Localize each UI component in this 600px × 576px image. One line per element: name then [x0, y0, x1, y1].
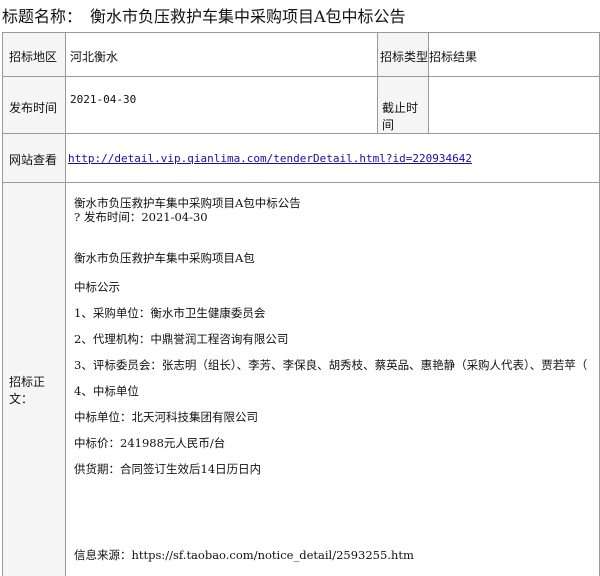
publish-value: 2021-04-30 [70, 93, 137, 106]
publish-label-cell: 发布时间 [3, 77, 65, 133]
publish-label: 发布时间 [9, 101, 58, 115]
body-line-winner: 中标单位：北天河科技集团有限公司 [74, 410, 258, 424]
type-value-cell: 招标结果 [429, 33, 599, 76]
title-row: 标题名称： 衡水市负压救护车集中采购项目A包中标公告 [0, 0, 600, 28]
body-line-committee: 3、评标委员会：张志明（组长）、李芳、李保良、胡秀枝、蔡英品、惠艳静（采购人代表… [74, 358, 588, 372]
body-line-project: 衡水市负压救护车集中采购项目A包 [74, 251, 255, 265]
body-label: 招标正文： [9, 375, 46, 406]
body-line-price: 中标价：241988元人民币/台 [74, 436, 226, 450]
url-value-cell: http://detail.vip.qianlima.com/tenderDet… [66, 134, 599, 182]
type-value: 招标结果 [429, 50, 478, 64]
info-table: 招标地区 河北衡水 招标类型 招标结果 发布时间 2021-04-30 截止时间… [2, 32, 600, 576]
body-line-publish: ? 发布时间：2021-04-30 [74, 210, 208, 224]
body-line-delivery: 供货期：合同签订生效后14日历日内 [74, 462, 262, 476]
deadline-label-cell: 截止时间 [378, 77, 428, 133]
url-label: 网站查看 [9, 153, 58, 167]
deadline-label: 截止时间 [382, 101, 419, 132]
region-value-cell: 河北衡水 [66, 33, 377, 76]
tender-detail-link[interactable]: http://detail.vip.qianlima.com/tenderDet… [68, 152, 472, 165]
body-line-winner-heading: 4、中标单位 [74, 384, 139, 398]
body-line-buyer: 1、采购单位：衡水市卫生健康委员会 [74, 306, 266, 320]
type-label: 招标类型 [380, 50, 429, 64]
publish-value-cell: 2021-04-30 [66, 77, 377, 133]
region-label: 招标地区 [9, 50, 58, 64]
deadline-value-cell [429, 77, 599, 133]
body-line-agency: 2、代理机构：中鼎誉润工程咨询有限公司 [74, 332, 289, 346]
title-label: 标题名称： [2, 7, 83, 26]
region-label-cell: 招标地区 [3, 33, 65, 76]
body-label-cell: 招标正文： [3, 183, 65, 576]
region-value: 河北衡水 [70, 50, 119, 64]
type-label-cell: 招标类型 [378, 33, 428, 76]
body-content-cell: 衡水市负压救护车集中采购项目A包中标公告 ? 发布时间：2021-04-30 衡… [66, 183, 599, 576]
page-title: 衡水市负压救护车集中采购项目A包中标公告 [90, 7, 406, 26]
body-line-notice: 中标公示 [74, 280, 120, 294]
body-line-source: 信息来源：https://sf.taobao.com/notice_detail… [74, 548, 414, 562]
body-line-title: 衡水市负压救护车集中采购项目A包中标公告 [74, 196, 301, 210]
url-label-cell: 网站查看 [3, 134, 65, 182]
